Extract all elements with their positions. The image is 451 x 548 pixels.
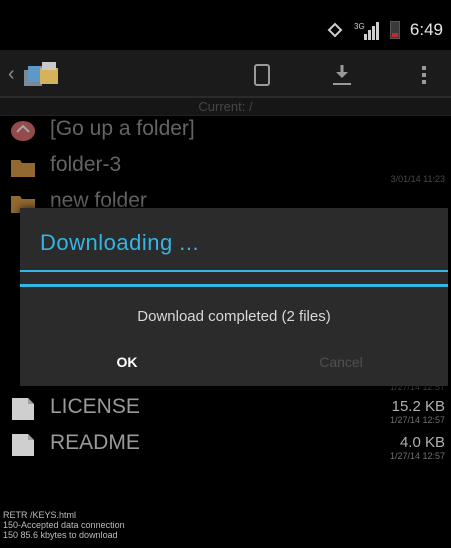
svg-text:3G: 3G — [354, 22, 365, 31]
status-bar: 3G 6:49 — [0, 0, 451, 50]
clock: 6:49 — [409, 20, 443, 39]
app-logo-icon[interactable] — [22, 58, 62, 90]
dialog-divider — [20, 270, 448, 272]
dialog-title: Downloading ... — [40, 230, 200, 255]
dialog-message: Download completed (2 files) — [137, 308, 331, 325]
file-date: 1/27/14 12:57 — [389, 451, 445, 461]
file-row[interactable]: LICENSE 15.2 KB 1/27/14 12:57 — [0, 394, 451, 426]
file-size: 4.0 KB — [399, 434, 445, 451]
file-row[interactable]: README 4.0 KB 1/27/14 12:57 — [0, 430, 451, 462]
file-meta: 15.2 KB 1/27/14 12:57 — [390, 398, 445, 425]
signal-icon: 3G — [354, 22, 379, 40]
download-dialog: Downloading ... Download completed (2 fi… — [20, 208, 448, 386]
download-icon[interactable] — [330, 62, 354, 88]
log-line: 150 85.6 kbytes to download — [3, 530, 118, 540]
log-line: RETR /KEYS.html — [3, 510, 77, 520]
download-progress-bar — [20, 284, 448, 287]
file-icon — [12, 398, 34, 420]
back-icon[interactable]: ‹ — [8, 64, 22, 84]
file-meta: 4.0 KB 1/27/14 12:57 — [390, 434, 445, 461]
ftp-log: RETR /KEYS.html 150-Accepted data connec… — [3, 510, 443, 540]
file-icon — [12, 434, 34, 456]
action-bar: ‹ — [0, 50, 451, 98]
device-icon[interactable] — [250, 62, 274, 88]
file-size: 15.2 KB — [391, 398, 445, 415]
file-name: README — [50, 431, 140, 454]
battery-icon — [389, 21, 400, 39]
sync-icon — [327, 22, 343, 38]
file-date: 1/27/14 12:57 — [389, 415, 445, 425]
ok-button[interactable]: OK — [20, 344, 234, 380]
cancel-button[interactable]: Cancel — [234, 344, 448, 380]
file-name: LICENSE — [50, 395, 140, 418]
status-icons: 3G 6:49 — [326, 20, 443, 40]
log-line: 150-Accepted data connection — [3, 520, 125, 530]
overflow-menu-icon[interactable] — [412, 62, 436, 88]
